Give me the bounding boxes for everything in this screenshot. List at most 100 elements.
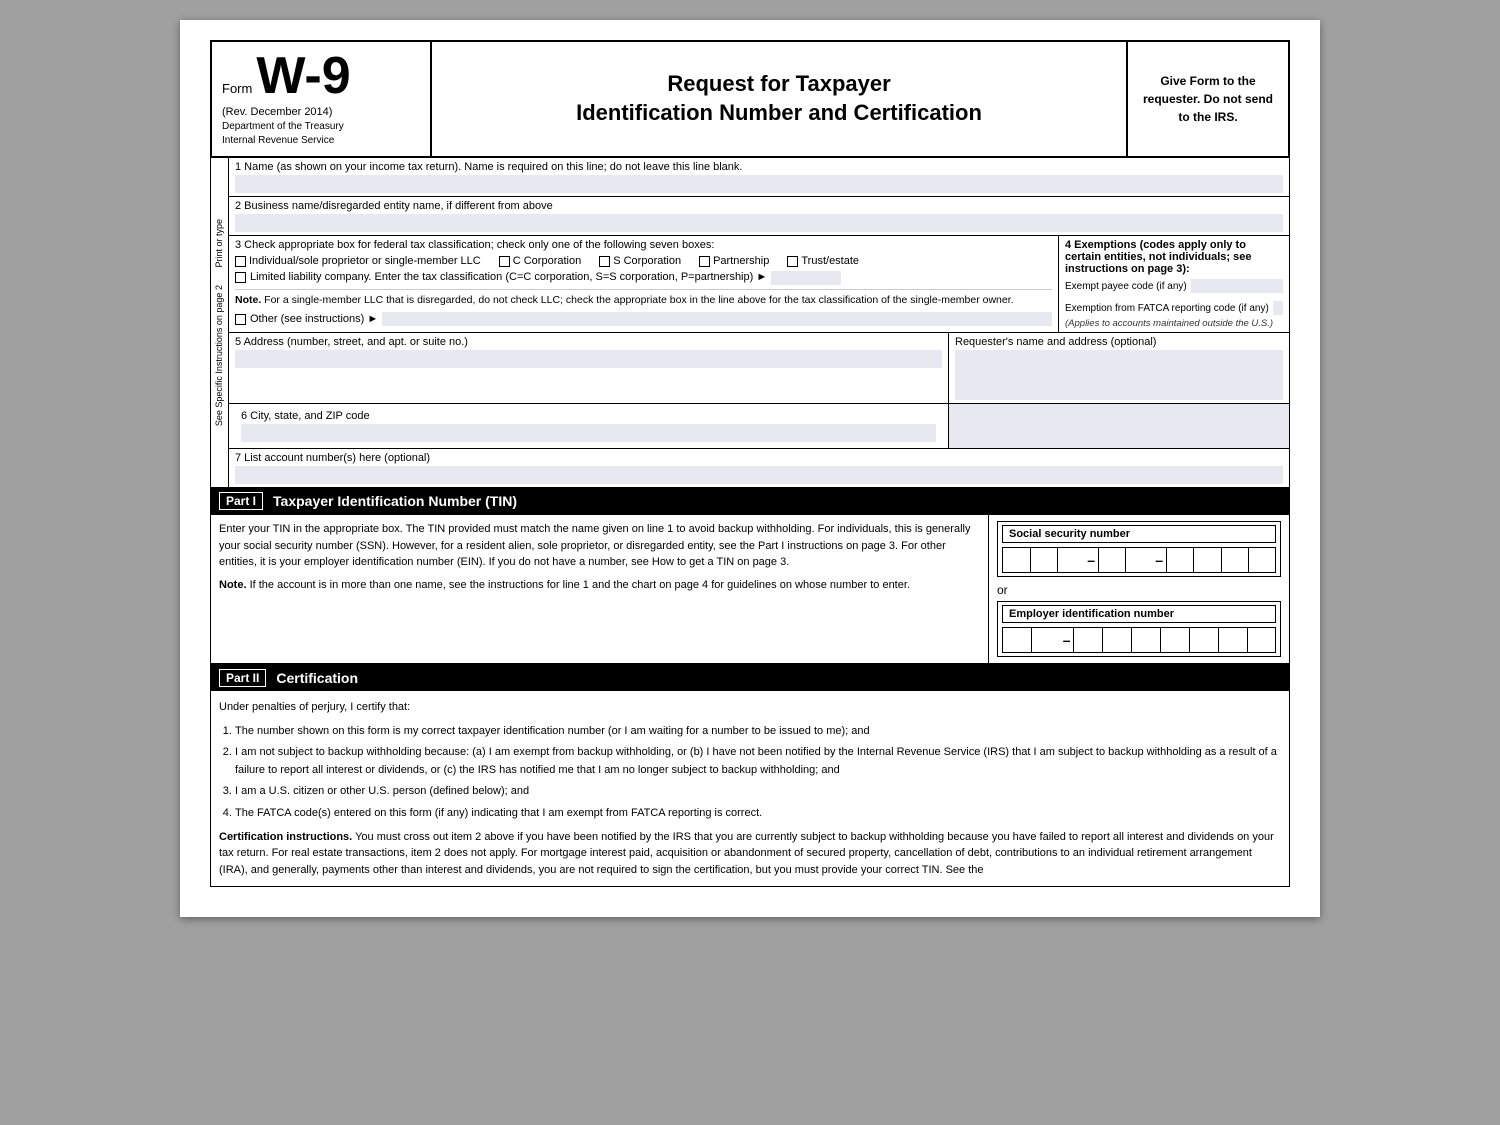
exempt-payee-input[interactable] xyxy=(1191,279,1283,293)
ein-box-8[interactable] xyxy=(1218,627,1247,653)
ein-boxes: – xyxy=(1002,627,1276,653)
field-6-label: 6 City, state, and ZIP code xyxy=(241,410,936,422)
checkbox-individual[interactable]: Individual/sole proprietor or single-mem… xyxy=(235,255,481,267)
ssn-box-9[interactable] xyxy=(1248,547,1276,573)
header-left: Form W-9 (Rev. December 2014) Department… xyxy=(212,42,432,156)
checkbox-individual-box[interactable] xyxy=(235,256,246,267)
ein-box-9[interactable] xyxy=(1247,627,1276,653)
checkbox-s-corp[interactable]: S Corporation xyxy=(599,255,681,267)
ein-group: Employer identification number – xyxy=(997,601,1281,657)
checkbox-c-corp-box[interactable] xyxy=(499,256,510,267)
field-2-row: 2 Business name/disregarded entity name,… xyxy=(229,197,1289,236)
ssn-sep-1: – xyxy=(1085,547,1098,573)
checkbox-row-1: Individual/sole proprietor or single-mem… xyxy=(235,255,1052,267)
field-1-label: 1 Name (as shown on your income tax retu… xyxy=(235,161,1283,173)
part2-badge: Part II xyxy=(219,669,266,687)
ssn-box-2[interactable] xyxy=(1030,547,1058,573)
fatca-label: Exemption from FATCA reporting code (if … xyxy=(1065,303,1269,314)
exempt-payee-label: Exempt payee code (if any) xyxy=(1065,281,1187,292)
form-dept: Department of the Treasury Internal Reve… xyxy=(222,120,420,148)
form-label: Form xyxy=(222,82,252,95)
requester-input[interactable] xyxy=(955,350,1283,400)
checkbox-trust-box[interactable] xyxy=(787,256,798,267)
checkbox-partnership-box[interactable] xyxy=(699,256,710,267)
field-3-label: 3 Check appropriate box for federal tax … xyxy=(235,239,1052,251)
form-fields: 1 Name (as shown on your income tax retu… xyxy=(229,158,1289,487)
ein-box-6[interactable] xyxy=(1160,627,1189,653)
part1-header: Part I Taxpayer Identification Number (T… xyxy=(211,488,1289,514)
part2-section: Part II Certification Under penalties of… xyxy=(210,665,1290,887)
part1-note: Note. If the account is in more than one… xyxy=(219,577,980,594)
requester-label: Requester's name and address (optional) xyxy=(955,336,1283,348)
part2-title: Certification xyxy=(276,670,358,686)
part1-text: Enter your TIN in the appropriate box. T… xyxy=(219,521,980,571)
ein-box-4[interactable] xyxy=(1102,627,1131,653)
ein-box-5[interactable] xyxy=(1131,627,1160,653)
cert-item-1: The number shown on this form is my corr… xyxy=(235,723,1281,741)
checkbox-c-corp[interactable]: C Corporation xyxy=(499,255,581,267)
checkbox-trust[interactable]: Trust/estate xyxy=(787,255,859,267)
checkbox-s-corp-box[interactable] xyxy=(599,256,610,267)
form-title: Request for Taxpayer Identification Numb… xyxy=(576,70,982,127)
ssn-box-8[interactable] xyxy=(1221,547,1249,573)
requester-area: Requester's name and address (optional) xyxy=(949,333,1289,403)
field-6-container: 6 City, state, and ZIP code xyxy=(229,404,1289,449)
note-bold: Note. xyxy=(235,294,261,306)
sidebar: See Specific Instructions on page 2 Prin… xyxy=(211,158,229,487)
form-rev: (Rev. December 2014) xyxy=(222,106,420,118)
checkbox-individual-label: Individual/sole proprietor or single-mem… xyxy=(249,255,481,267)
form-header: Form W-9 (Rev. December 2014) Department… xyxy=(210,40,1290,158)
checkbox-llc-box[interactable] xyxy=(235,272,246,283)
field-4-right: 4 Exemptions (codes apply only to certai… xyxy=(1059,236,1289,332)
cert-item-2: I am not subject to backup withholding b… xyxy=(235,744,1281,779)
field-6-left: 6 City, state, and ZIP code xyxy=(229,404,949,448)
sidebar-text: See Specific Instructions on page 2 Prin… xyxy=(214,219,225,426)
ein-box-7[interactable] xyxy=(1189,627,1218,653)
cert-item-4: The FATCA code(s) entered on this form (… xyxy=(235,805,1281,823)
ein-label: Employer identification number xyxy=(1002,605,1276,623)
field-2-input[interactable] xyxy=(235,214,1283,232)
ssn-box-3[interactable] xyxy=(1057,547,1085,573)
ein-sep: – xyxy=(1060,627,1073,653)
other-input[interactable] xyxy=(382,312,1052,326)
exemptions-label: 4 Exemptions (codes apply only to certai… xyxy=(1065,239,1283,275)
cert-note: Certification instructions. You must cro… xyxy=(219,829,1281,879)
cert-intro: Under penalties of perjury, I certify th… xyxy=(219,699,1281,717)
checkbox-other-box[interactable] xyxy=(235,314,246,325)
ssn-box-5[interactable] xyxy=(1125,547,1153,573)
ssn-box-1[interactable] xyxy=(1002,547,1030,573)
ssn-sep-2: – xyxy=(1153,547,1166,573)
checkbox-partnership[interactable]: Partnership xyxy=(699,255,769,267)
llc-row: Limited liability company. Enter the tax… xyxy=(235,271,1052,285)
header-right: Give Form to the requester. Do not send … xyxy=(1128,42,1288,156)
header-center: Request for Taxpayer Identification Numb… xyxy=(432,42,1128,156)
ssn-box-4[interactable] xyxy=(1098,547,1126,573)
field-5-label: 5 Address (number, street, and apt. or s… xyxy=(235,336,942,348)
fatca-input[interactable] xyxy=(1273,301,1283,315)
or-label: or xyxy=(997,583,1281,597)
llc-input[interactable] xyxy=(771,271,841,285)
checkbox-trust-label: Trust/estate xyxy=(801,255,859,267)
ssn-box-7[interactable] xyxy=(1193,547,1221,573)
ein-box-3[interactable] xyxy=(1073,627,1102,653)
field-7-input[interactable] xyxy=(235,466,1283,484)
fatca-note: (Applies to accounts maintained outside … xyxy=(1065,318,1283,329)
field-6-input[interactable] xyxy=(241,424,936,442)
llc-label: Limited liability company. Enter the tax… xyxy=(250,271,767,283)
field-1-input[interactable] xyxy=(235,175,1283,193)
ein-box-1[interactable] xyxy=(1002,627,1031,653)
header-instructions: Give Form to the requester. Do not send … xyxy=(1138,72,1278,126)
field-3-container: 3 Check appropriate box for federal tax … xyxy=(229,236,1289,333)
ssn-box-6[interactable] xyxy=(1166,547,1194,573)
ssn-group: Social security number – – xyxy=(997,521,1281,577)
field-3-left: 3 Check appropriate box for federal tax … xyxy=(229,236,1059,332)
form-body: See Specific Instructions on page 2 Prin… xyxy=(210,158,1290,488)
cert-instructions-bold: Certification instructions. xyxy=(219,831,352,843)
form-w9: Form W-9 (Rev. December 2014) Department… xyxy=(180,20,1320,917)
field-7-label: 7 List account number(s) here (optional) xyxy=(235,452,1283,464)
ein-box-2[interactable] xyxy=(1031,627,1060,653)
field-1-row: 1 Name (as shown on your income tax retu… xyxy=(229,158,1289,197)
form-section-wrapper: See Specific Instructions on page 2 Prin… xyxy=(211,158,1289,487)
field-5-input[interactable] xyxy=(235,350,942,368)
other-row: Other (see instructions) ► xyxy=(235,312,1052,326)
